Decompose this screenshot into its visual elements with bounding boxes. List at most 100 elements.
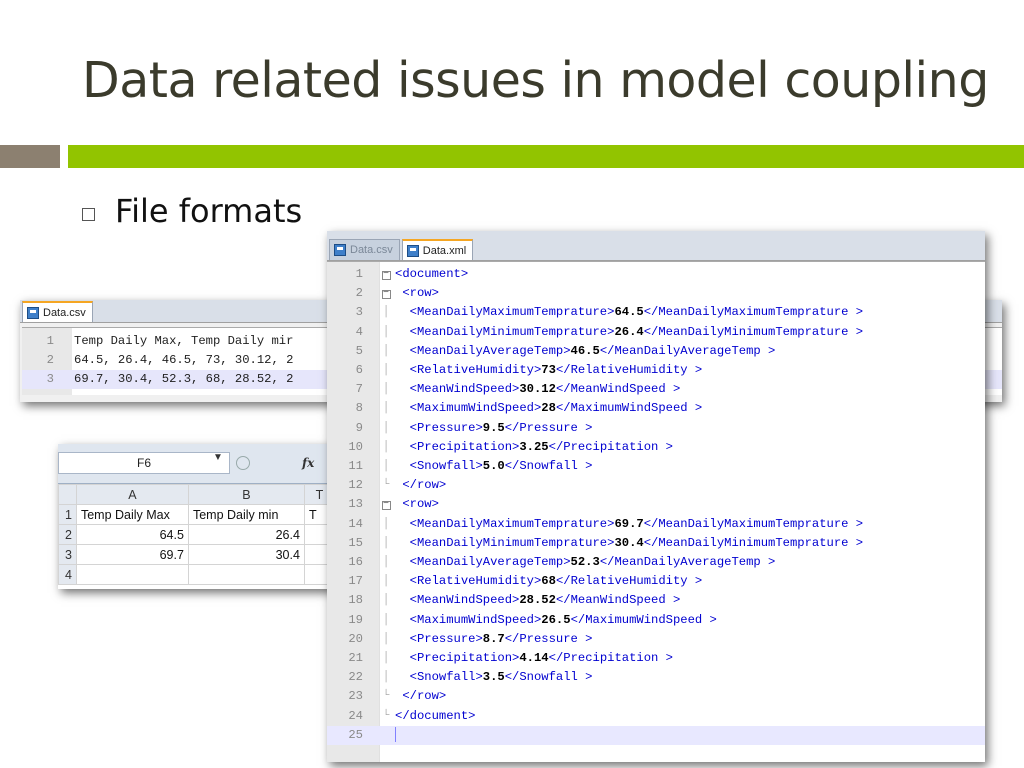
code-line: 17 │ <RelativeHumidity>68</RelativeHumidi… xyxy=(327,572,985,591)
line-number: 9 xyxy=(355,420,363,435)
fold-marker: │ xyxy=(382,632,390,645)
table-row: 4 xyxy=(58,564,335,585)
fold-marker[interactable]: − xyxy=(379,284,393,303)
line-number: 1 xyxy=(46,334,54,348)
line-number: 12 xyxy=(348,478,363,493)
code-text: <row> xyxy=(402,497,439,512)
line-number: 5 xyxy=(355,343,363,358)
fold-marker: │ xyxy=(382,364,390,376)
row-header[interactable]: 3 xyxy=(58,544,77,565)
fold-marker: │ xyxy=(382,344,390,357)
line-number: 16 xyxy=(348,555,363,569)
formula-controls: fx xyxy=(234,452,333,474)
code-text: <MeanDailyMinimumTemprature>26.4</MeanDa… xyxy=(409,324,864,339)
table-cell[interactable]: Temp Daily Max xyxy=(75,504,189,525)
table-cell[interactable]: 30.4 xyxy=(187,544,305,565)
code-line: 11 │ <Snowfall>5.0</Snowfall > xyxy=(327,457,985,476)
save-file-icon xyxy=(27,306,39,319)
table-cell[interactable]: Temp Daily min xyxy=(187,504,305,525)
tab-data-xml[interactable]: Data.xml xyxy=(401,239,474,260)
code-text: </row> xyxy=(402,689,447,704)
fold-marker[interactable]: − xyxy=(379,265,393,284)
column-header[interactable]: B xyxy=(187,484,305,505)
line-number: 17 xyxy=(348,574,363,589)
text-cursor xyxy=(395,727,396,743)
fold-marker: │ xyxy=(382,517,390,530)
formula-bar: F6 ▼ fx xyxy=(58,444,333,484)
tab-data-csv[interactable]: Data.csv xyxy=(22,301,93,322)
code-text: <row> xyxy=(402,286,439,301)
line-number: 21 xyxy=(348,651,363,665)
collapse-icon[interactable]: − xyxy=(381,500,391,511)
row-header[interactable]: 1 xyxy=(58,504,77,525)
line-number: 25 xyxy=(348,727,363,742)
code-text xyxy=(395,726,396,745)
fold-marker: │ xyxy=(382,383,390,396)
tab-label: Data.csv xyxy=(350,244,393,256)
table-cell[interactable] xyxy=(75,564,189,585)
code-text: <Precipitation>4.14</Precipitation > xyxy=(409,651,673,665)
code-text: <Precipitation>3.25</Precipitation > xyxy=(409,439,673,454)
chevron-down-icon[interactable]: ▼ xyxy=(213,452,223,463)
xml-text-area[interactable]: 1− <document> 2− <row> 3 │ <MeanDailyMaximum… xyxy=(327,261,985,762)
fold-marker: └ xyxy=(382,479,390,492)
line-number: 18 xyxy=(348,593,363,608)
csv-line-text: 64.5, 26.4, 46.5, 73, 30.12, 2 xyxy=(74,353,294,367)
line-number: 19 xyxy=(348,612,363,627)
table-row: 2 64.5 26.4 xyxy=(58,524,335,545)
line-number: 7 xyxy=(355,382,363,397)
accent-bar-green xyxy=(68,145,1024,168)
tab-data-csv[interactable]: Data.csv xyxy=(329,239,400,260)
select-all-corner[interactable] xyxy=(58,484,77,505)
line-number: 3 xyxy=(46,372,54,386)
fold-marker: │ xyxy=(382,536,390,549)
fold-marker: │ xyxy=(382,652,390,664)
slide-title: Data related issues in model coupling xyxy=(82,52,989,109)
line-number: 22 xyxy=(348,670,363,685)
xml-editor-window: Data.csv Data.xml 1− <document> 2− <row> 3 │ … xyxy=(327,231,985,762)
name-box[interactable]: F6 xyxy=(58,452,230,474)
code-line: 7 │ <MeanWindSpeed>30.12</MeanWindSpeed > xyxy=(327,380,985,399)
code-text: <MeanDailyAverageTemp>46.5</MeanDailyAve… xyxy=(409,343,776,358)
column-header[interactable]: A xyxy=(75,484,189,505)
table-cell[interactable] xyxy=(187,564,305,585)
table-cell[interactable]: 69.7 xyxy=(75,544,189,565)
cancel-circle-icon[interactable] xyxy=(236,456,250,470)
table-row: 3 69.7 30.4 xyxy=(58,544,335,565)
line-number: 13 xyxy=(348,497,363,512)
code-line: 10 │ <Precipitation>3.25</Precipitation > xyxy=(327,438,985,457)
fold-marker: └ xyxy=(382,690,390,703)
code-line: 21 │ <Precipitation>4.14</Precipitation > xyxy=(327,649,985,668)
line-number: 23 xyxy=(348,689,363,704)
code-text: <Snowfall>5.0</Snowfall > xyxy=(409,459,593,473)
code-text: <RelativeHumidity>68</RelativeHumidity > xyxy=(409,574,703,589)
row-header[interactable]: 4 xyxy=(58,564,77,585)
tab-label: Data.xml xyxy=(422,244,467,257)
row-header[interactable]: 2 xyxy=(58,524,77,545)
fold-marker: │ xyxy=(382,556,390,568)
collapse-icon[interactable]: − xyxy=(381,270,391,280)
collapse-icon[interactable]: − xyxy=(381,289,391,300)
code-text: <MaximumWindSpeed>28</MaximumWindSpeed > xyxy=(409,401,703,416)
code-line: 18 │ <MeanWindSpeed>28.52</MeanWindSpeed … xyxy=(327,591,985,610)
code-text: <MeanDailyMaximumTemprature>64.5</MeanDa… xyxy=(409,305,864,320)
column-header-row: ABT xyxy=(58,484,335,505)
fold-marker[interactable]: − xyxy=(379,495,393,514)
line-number: 8 xyxy=(355,401,363,416)
code-line: 6 │ <RelativeHumidity>73</RelativeHumidit… xyxy=(327,361,985,380)
bullet-text: File formats xyxy=(115,192,303,230)
code-line: 4 │ <MeanDailyMinimumTemprature>26.4</Mea… xyxy=(327,323,985,342)
table-cell[interactable]: 26.4 xyxy=(187,524,305,545)
fold-marker: │ xyxy=(382,671,390,684)
code-text: </row> xyxy=(402,478,447,493)
line-number: 4 xyxy=(355,324,363,339)
function-icon[interactable]: fx xyxy=(302,456,314,470)
code-text: <document> xyxy=(395,267,469,281)
code-text: <RelativeHumidity>73</RelativeHumidity > xyxy=(409,363,703,377)
spreadsheet-grid[interactable]: A B T 1 Temp Daily Max Temp Daily min T 2 64.5 26… xyxy=(58,484,335,585)
fold-marker: └ xyxy=(382,709,390,722)
xml-tab-bar: Data.csv Data.xml xyxy=(327,231,985,261)
code-line: 13 − <row> xyxy=(327,495,985,514)
table-cell[interactable]: 64.5 xyxy=(75,524,189,545)
line-number: 24 xyxy=(348,708,363,723)
